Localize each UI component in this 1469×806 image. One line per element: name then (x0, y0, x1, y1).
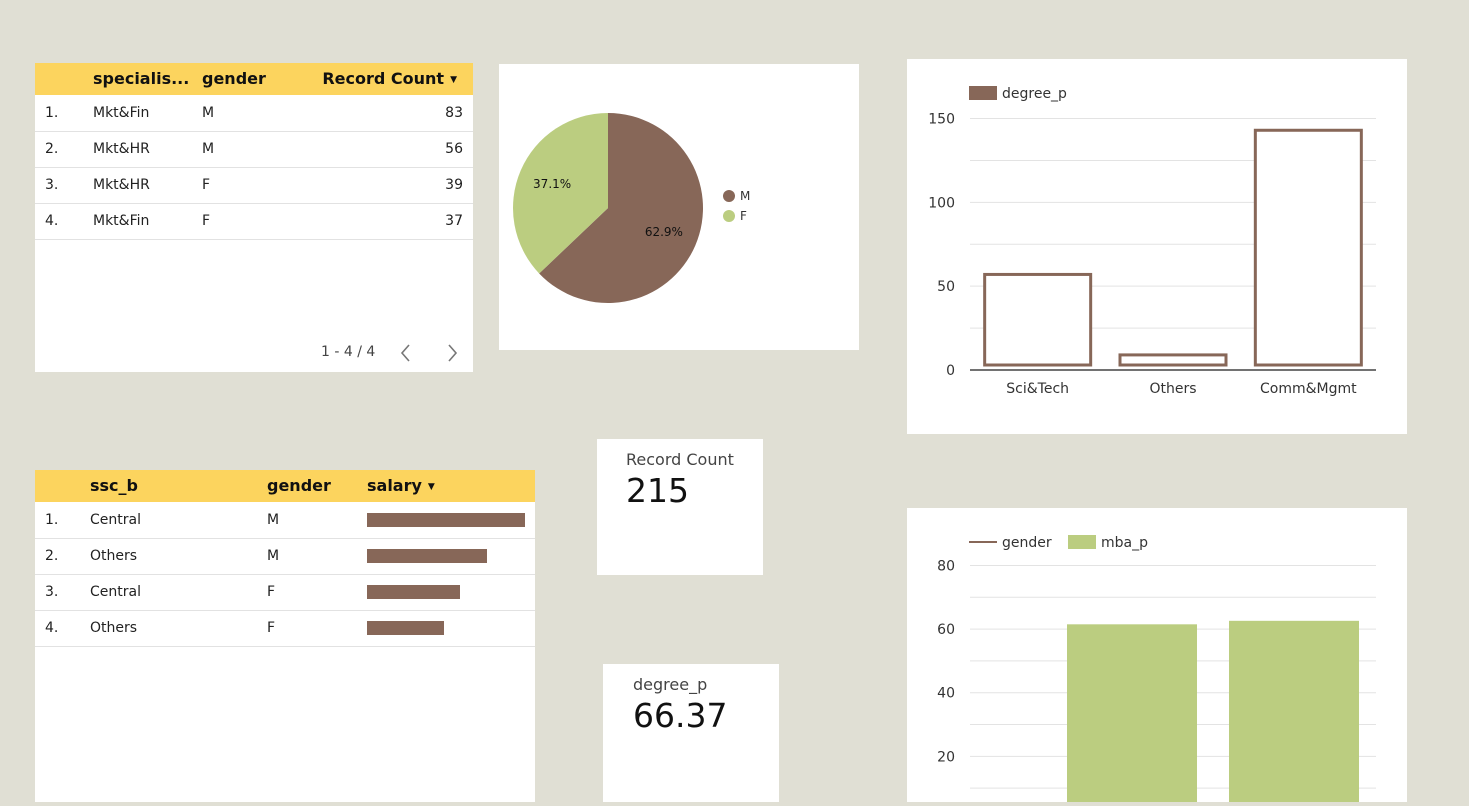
y-tick-label: 50 (937, 279, 955, 295)
column-header-ssc-b[interactable]: ssc_b (90, 470, 138, 502)
cell-gender: F (202, 213, 211, 229)
legend-swatch (723, 190, 735, 202)
salary-bar (367, 549, 487, 563)
pie-slice-label: 37.1% (533, 177, 571, 191)
bar-comm-mgmt[interactable] (1253, 128, 1363, 367)
cell-gender: F (267, 584, 276, 600)
row-index: 4. (45, 213, 59, 229)
sort-desc-icon: ▼ (450, 75, 457, 85)
column-header-specialisation[interactable]: specialis... (93, 63, 193, 95)
x-tick-label: Comm&Mgmt (1260, 381, 1357, 397)
cell-gender: M (202, 105, 215, 121)
x-tick-label: Sci&Tech (1006, 381, 1069, 397)
salary-bar (367, 513, 525, 527)
cell-record-count: 37 (445, 213, 463, 229)
bar-mba-p-f[interactable] (1067, 624, 1197, 806)
table-row[interactable]: 3. Mkt&HR F 39 (35, 167, 473, 204)
y-tick-label: 20 (937, 749, 955, 765)
degree-p-bar-chart: 0 50 100 150 Sci&Tech Others Comm&Mgmt degree_p (907, 59, 1407, 434)
cell-ssc-b: Others (90, 548, 138, 564)
column-header-record-count[interactable]: Record Count ▼ (322, 63, 457, 95)
cell-ssc-b: Central (90, 584, 141, 600)
table-row[interactable]: 4. Mkt&Fin F 37 (35, 203, 473, 240)
cell-specialisation: Mkt&HR (93, 141, 150, 157)
table-header: ssc_b gender salary ▼ (35, 470, 535, 502)
row-index: 1. (45, 512, 59, 528)
cell-ssc-b: Others (90, 620, 138, 636)
degree-p-scorecard: degree_p 66.37 (603, 664, 779, 802)
ssc-b-salary-table: ssc_b gender salary ▼ 1. Central M 2. Others M… (35, 470, 535, 802)
cell-gender: M (267, 512, 280, 528)
y-tick-label: 40 (937, 686, 955, 702)
row-index: 3. (45, 177, 59, 193)
legend-label: gender (1002, 535, 1052, 551)
mba-p-combo-chart: 20 40 60 80 gender mba_p (907, 508, 1407, 806)
sort-desc-icon: ▼ (427, 482, 435, 492)
gender-pie-chart: 62.9% 37.1% M F (499, 64, 859, 350)
column-header-gender[interactable]: gender (267, 470, 331, 502)
previous-page-button[interactable] (396, 342, 416, 364)
salary-bar (367, 585, 460, 599)
cell-gender: M (202, 141, 215, 157)
bar-chart-svg: 0 50 100 150 Sci&Tech Others Comm&Mgmt degree_p (928, 86, 1376, 397)
table-row[interactable]: 1. Central M (35, 502, 535, 539)
cell-ssc-b: Central (90, 512, 141, 528)
row-index: 2. (45, 141, 59, 157)
cell-record-count: 39 (445, 177, 463, 193)
scorecard-value: 66.37 (633, 696, 728, 735)
legend-swatch (969, 86, 997, 100)
legend-label: M (740, 189, 750, 203)
cell-gender: F (267, 620, 276, 636)
table-row[interactable]: 1. Mkt&Fin M 83 (35, 95, 473, 132)
cell-specialisation: Mkt&Fin (93, 213, 150, 229)
legend-swatch (1068, 535, 1096, 549)
legend-label: mba_p (1101, 535, 1148, 551)
cell-specialisation: Mkt&HR (93, 177, 150, 193)
salary-bar (367, 621, 444, 635)
y-tick-label: 80 (937, 558, 955, 574)
table-row[interactable]: 2. Mkt&HR M 56 (35, 131, 473, 168)
record-count-scorecard: Record Count 215 (597, 439, 763, 575)
specialisation-table: specialis... gender Record Count ▼ 1. Mkt&… (35, 63, 473, 372)
legend-label: degree_p (1002, 86, 1067, 102)
table-row[interactable]: 4. Others F (35, 610, 535, 647)
x-tick-label: Others (1149, 381, 1196, 397)
y-tick-label: 0 (946, 363, 955, 379)
scorecard-label: Record Count (626, 450, 734, 469)
cell-specialisation: Mkt&Fin (93, 105, 150, 121)
cell-record-count: 83 (445, 105, 463, 121)
bar-sci-tech[interactable] (983, 272, 1093, 367)
table-row[interactable]: 2. Others M (35, 538, 535, 575)
column-header-salary-label: salary (367, 476, 422, 495)
y-tick-label: 100 (928, 195, 955, 211)
legend-label: F (740, 209, 747, 223)
combo-chart-svg: 20 40 60 80 gender mba_p (937, 535, 1376, 806)
chevron-right-icon (448, 344, 458, 362)
pie-chart-svg: 62.9% 37.1% MF (513, 113, 750, 303)
scorecard-value: 215 (626, 471, 689, 510)
next-page-button[interactable] (442, 342, 462, 364)
pagination-label: 1 - 4 / 4 (321, 344, 376, 360)
column-header-gender[interactable]: gender (202, 63, 266, 95)
legend-swatch (723, 210, 735, 222)
cell-record-count: 56 (445, 141, 463, 157)
row-index: 1. (45, 105, 59, 121)
scorecard-label: degree_p (633, 675, 708, 694)
table-row[interactable]: 3. Central F (35, 574, 535, 611)
row-index: 4. (45, 620, 59, 636)
row-index: 2. (45, 548, 59, 564)
bar-others[interactable] (1118, 353, 1228, 367)
bar-mba-p-m[interactable] (1229, 620, 1359, 806)
column-header-record-count-label: Record Count (322, 69, 445, 88)
column-header-salary[interactable]: salary ▼ (367, 470, 435, 502)
pie-slice-label: 62.9% (645, 225, 683, 239)
row-index: 3. (45, 584, 59, 600)
cell-gender: M (267, 548, 280, 564)
cell-gender: F (202, 177, 211, 193)
y-tick-label: 60 (937, 622, 955, 638)
y-tick-label: 150 (928, 112, 955, 128)
chevron-left-icon (400, 344, 410, 362)
table-header: specialis... gender Record Count ▼ (35, 63, 473, 95)
